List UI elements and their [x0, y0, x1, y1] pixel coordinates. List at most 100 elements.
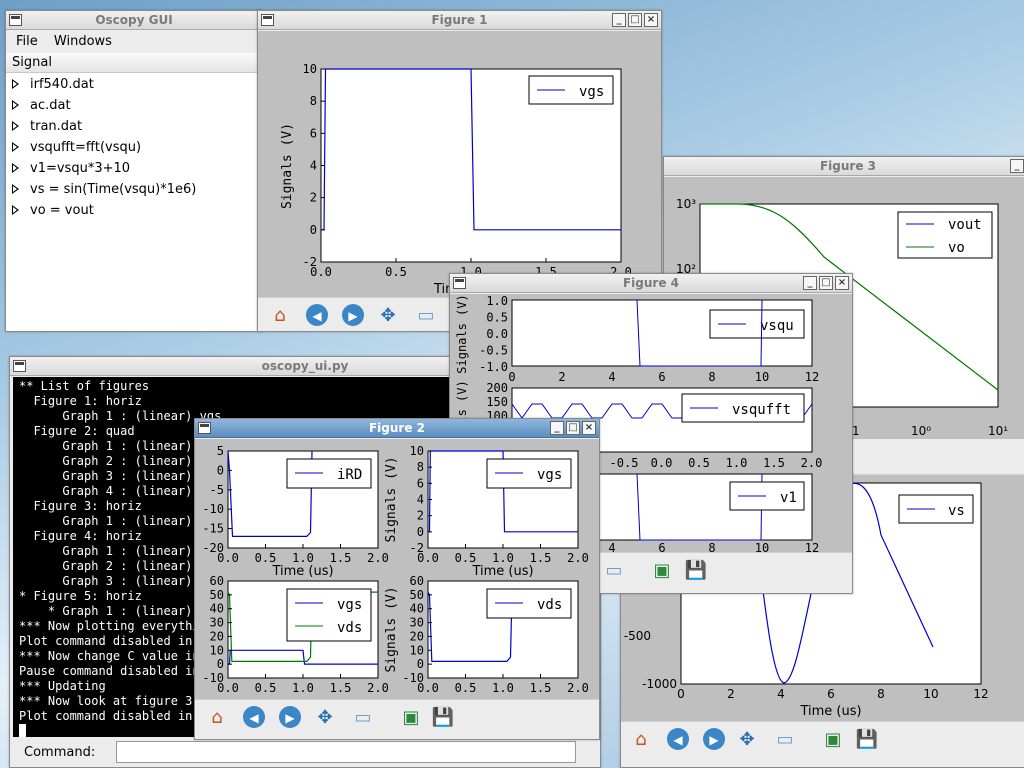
minimize-button[interactable]: _	[1010, 159, 1024, 173]
y-tick-label: 200	[486, 381, 508, 395]
y-axis-label: Signals (V)	[455, 294, 469, 373]
x-tick-label: 1.5	[763, 456, 785, 470]
y-tick-label: 5	[217, 444, 224, 458]
subplots-icon[interactable]: ▣	[650, 559, 674, 583]
legend-label: vo	[948, 240, 965, 256]
expand-arrow-icon[interactable]	[12, 99, 19, 110]
forward-arrow-icon[interactable]: ▶	[279, 706, 301, 728]
x-tick-label: 0	[677, 687, 685, 701]
x-tick-label: 2.0	[567, 551, 589, 565]
window-menu-icon[interactable]	[198, 422, 211, 434]
y-tick-label: 0.0	[486, 327, 508, 341]
pan-icon[interactable]: ✥	[313, 706, 337, 730]
zoom-rect-icon[interactable]: ▭	[602, 559, 626, 583]
home-icon[interactable]: ⌂	[629, 728, 653, 752]
figure1-titlebar[interactable]: Figure 1 _ □ ×	[258, 11, 661, 30]
window-menu-icon[interactable]	[9, 14, 22, 26]
y-tick-label: 6	[417, 476, 424, 490]
figure2-titlebar[interactable]: Figure 2 _ □ ×	[195, 419, 599, 438]
tree-item[interactable]: tran.dat	[6, 116, 262, 137]
y-tick-label: -20	[202, 541, 224, 555]
x-tick-label: 0	[508, 370, 515, 384]
menu-file[interactable]: File	[10, 34, 44, 49]
close-button[interactable]: ×	[582, 421, 596, 435]
figure3-titlebar[interactable]: Figure 3 _□	[664, 157, 1024, 176]
command-bar: Command:	[10, 740, 600, 767]
window-menu-icon[interactable]	[13, 360, 26, 372]
tree-item[interactable]: vs = sin(Time(vsqu)*1e6)	[6, 179, 262, 200]
back-arrow-icon[interactable]: ◀	[306, 304, 328, 326]
legend-label: v1	[780, 490, 797, 506]
save-icon[interactable]: 💾	[431, 706, 455, 730]
x-tick-label: 0.5	[688, 456, 710, 470]
tree-item[interactable]: v1=vsqu*3+10	[6, 158, 262, 179]
x-tick-label: 8	[708, 370, 715, 384]
x-axis-label: Time (us)	[799, 704, 861, 719]
maximize-button[interactable]: □	[819, 276, 833, 290]
y-tick-label: 20	[210, 629, 224, 643]
expand-arrow-icon[interactable]	[12, 183, 19, 194]
subplots-icon[interactable]: ▣	[399, 706, 423, 730]
y-tick-label: -1.0	[479, 360, 508, 374]
zoom-rect-icon[interactable]: ▭	[351, 706, 375, 730]
maximize-button[interactable]: □	[628, 13, 642, 27]
x-tick-label: 6	[658, 370, 665, 384]
window-menu-icon[interactable]	[261, 14, 274, 26]
zoom-rect-icon[interactable]: ▭	[773, 728, 797, 752]
tree-item[interactable]: vsqufft=fft(vsqu)	[6, 137, 262, 158]
terminal-cursor	[19, 724, 26, 737]
maximize-button[interactable]: □	[566, 421, 580, 435]
x-tick-label: 0.5	[255, 681, 277, 695]
back-arrow-icon[interactable]: ◀	[667, 728, 689, 750]
figure5-toolbar: ⌂ ◀ ▶ ✥ ▭ ▣ 💾	[621, 721, 1024, 767]
legend-label: vds	[337, 620, 362, 636]
tree-item[interactable]: irf540.dat	[6, 74, 262, 95]
y-axis-label: Signals (V)	[280, 123, 295, 209]
x-tick-label: 10¹	[988, 424, 1008, 438]
forward-arrow-icon[interactable]: ▶	[342, 304, 364, 326]
expand-arrow-icon[interactable]	[12, 78, 19, 89]
oscopy-gui-window[interactable]: Oscopy GUI File Windows Signal irf540.da…	[5, 10, 263, 332]
close-button[interactable]: ×	[835, 276, 849, 290]
oscopy-gui-titlebar[interactable]: Oscopy GUI	[6, 11, 262, 30]
zoom-rect-icon[interactable]: ▭	[414, 304, 438, 328]
pan-icon[interactable]: ✥	[735, 728, 759, 752]
x-tick-label: 1.0	[492, 551, 514, 565]
minimize-button[interactable]: _	[612, 13, 626, 27]
command-input[interactable]	[116, 741, 576, 763]
close-button[interactable]: ×	[644, 13, 658, 27]
window-menu-icon[interactable]	[453, 277, 466, 289]
pan-icon[interactable]: ✥	[376, 304, 400, 328]
figure2-window[interactable]: Figure 2 _ □ × 0.0 0.5 1.0 1.5 2.0 5 0 -5 -10 -15 -2…	[194, 418, 600, 740]
y-tick-label: 1.0	[486, 294, 508, 308]
tree-item[interactable]: ac.dat	[6, 95, 262, 116]
subplots-icon[interactable]: ▣	[821, 728, 845, 752]
save-icon[interactable]: 💾	[684, 559, 708, 583]
forward-arrow-icon[interactable]: ▶	[703, 728, 725, 750]
figure4-titlebar[interactable]: Figure 4 _ □ ×	[450, 274, 852, 293]
x-tick-label: 6	[827, 687, 835, 701]
x-tick-label: 8	[708, 541, 715, 552]
legend-label: vsqu	[760, 318, 794, 334]
save-icon[interactable]: 💾	[855, 728, 879, 752]
legend-label: vds	[537, 597, 562, 613]
menu-windows[interactable]: Windows	[48, 34, 118, 49]
expand-arrow-icon[interactable]	[12, 204, 19, 215]
minimize-button[interactable]: _	[550, 421, 564, 435]
x-tick-label: 10⁰	[911, 424, 931, 438]
y-tick-label: 30	[410, 616, 424, 630]
expand-arrow-icon[interactable]	[12, 162, 19, 173]
x-tick-label: 0.5	[455, 681, 477, 695]
tree-item[interactable]: vo = vout	[6, 200, 262, 221]
minimize-button[interactable]: _	[803, 276, 817, 290]
home-icon[interactable]: ⌂	[268, 304, 292, 328]
expand-arrow-icon[interactable]	[12, 141, 19, 152]
back-arrow-icon[interactable]: ◀	[243, 706, 265, 728]
expand-arrow-icon[interactable]	[12, 120, 19, 131]
y-tick-label: 8	[417, 460, 424, 474]
y-tick-label: 0	[417, 657, 424, 671]
y-tick-label: 2	[417, 509, 424, 523]
x-tick-label: 4	[608, 541, 615, 552]
home-icon[interactable]: ⌂	[205, 706, 229, 730]
signal-column-header[interactable]: Signal	[6, 53, 262, 73]
